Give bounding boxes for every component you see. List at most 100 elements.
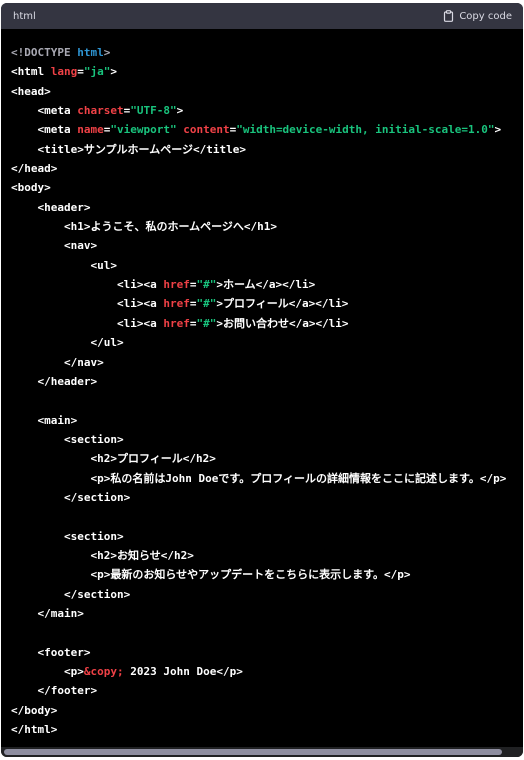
code-line: <head>	[11, 82, 523, 101]
code-line: <h2>お知らせ</h2>	[11, 546, 523, 565]
code-token: "#"	[196, 297, 217, 311]
code-token: "width=device-width, initial-scale=1.0"	[236, 123, 495, 137]
code-token: </header>	[11, 374, 98, 388]
code-line: <title>サンプルホームページ</title>	[11, 140, 523, 159]
code-token: "ja"	[83, 65, 111, 79]
code-line: </footer>	[11, 681, 523, 700]
code-token: content	[183, 123, 230, 137]
code-token: <section>	[11, 529, 124, 543]
code-line: <p>最新のお知らせやアップデートをこちらに表示します。</p>	[11, 565, 523, 584]
copy-code-label: Copy code	[459, 10, 512, 22]
code-token: =	[77, 65, 84, 79]
code-token: charset	[77, 104, 124, 118]
scrollbar-thumb[interactable]	[4, 749, 502, 755]
code-token: <footer>	[11, 645, 91, 659]
code-token: >	[176, 104, 184, 118]
code-line: <meta charset="UTF-8">	[11, 101, 523, 120]
code-line: </head>	[11, 159, 523, 178]
code-line: <main>	[11, 411, 523, 430]
code-token: <meta	[11, 123, 78, 137]
code-line: <h1>ようこそ、私のホームページへ</h1>	[11, 217, 523, 236]
code-token: >	[103, 46, 111, 59]
code-token: >ホーム</a></li>	[216, 278, 316, 292]
code-token: <li><a	[11, 278, 164, 292]
code-line: <section>	[11, 527, 523, 546]
code-token: </nav>	[11, 355, 104, 369]
code-content[interactable]: <!DOCTYPE html> <html lang="ja"> <head> <m…	[1, 29, 523, 737]
code-token: lang	[50, 65, 78, 79]
code-token: &copy;	[83, 665, 124, 678]
code-token: <!DOCTYPE	[11, 46, 78, 59]
code-line: </body>	[11, 701, 523, 720]
code-token: <section>	[11, 432, 124, 446]
code-token: <li><a	[11, 297, 164, 311]
code-text: <!DOCTYPE html> <html lang="ja"> <head> <m…	[11, 43, 523, 737]
code-token: >	[494, 123, 502, 137]
code-token: >	[110, 65, 117, 79]
code-token: <header>	[11, 200, 91, 214]
code-token: </main>	[11, 606, 84, 620]
code-token: >プロフィール</a></li>	[216, 297, 349, 311]
code-line: </ul>	[11, 333, 523, 352]
code-token: "viewport"	[110, 123, 177, 137]
code-line: <p>&copy; 2023 John Doe</p>	[11, 662, 523, 681]
code-line: <header>	[11, 198, 523, 217]
code-line: </html>	[11, 720, 523, 737]
clipboard-icon	[443, 10, 454, 22]
code-token: "UTF-8"	[130, 104, 177, 118]
code-token: </section>	[11, 490, 131, 504]
code-token: name	[77, 123, 104, 137]
code-token: </section>	[11, 587, 131, 601]
code-token: <nav>	[11, 239, 98, 253]
code-line: <ul>	[11, 256, 523, 275]
code-line: </section>	[11, 488, 523, 507]
code-line: <meta name="viewport" content="width=dev…	[11, 120, 523, 139]
code-token: href	[163, 316, 190, 330]
code-line: </section>	[11, 585, 523, 604]
code-line: </nav>	[11, 353, 523, 372]
code-token: html	[77, 46, 104, 59]
code-line: <li><a href="#">ホーム</a></li>	[11, 275, 523, 294]
code-line: <p>私の名前はJohn Doeです。プロフィールの詳細情報をここに記述します。…	[11, 469, 523, 488]
code-token: 2023 John Doe</p>	[123, 665, 243, 678]
code-token: </footer>	[11, 684, 98, 698]
code-token: <p>私の名前はJohn Doeです。プロフィールの詳細情報をここに記述します。…	[11, 471, 507, 485]
code-line: <li><a href="#">プロフィール</a></li>	[11, 294, 523, 313]
code-token: href	[163, 278, 190, 292]
code-line: <!DOCTYPE html>	[11, 43, 523, 62]
code-token: <ul>	[11, 258, 117, 272]
code-line: <footer>	[11, 643, 523, 662]
code-line: <body>	[11, 178, 523, 197]
code-token: <main>	[11, 413, 78, 427]
code-line: <html lang="ja">	[11, 62, 523, 81]
code-line: <h2>プロフィール</h2>	[11, 449, 523, 468]
language-label: html	[13, 10, 36, 22]
code-token: <h1>ようこそ、私のホームページへ</h1>	[11, 220, 278, 234]
code-token: <html	[11, 65, 51, 79]
code-token: >お問い合わせ</a></li>	[216, 316, 349, 330]
code-token: </html>	[11, 723, 58, 737]
code-line: </main>	[11, 604, 523, 623]
copy-code-button[interactable]: Copy code	[443, 10, 512, 22]
horizontal-scrollbar[interactable]	[1, 747, 523, 757]
code-token: <p>最新のお知らせやアップデートをこちらに表示します。</p>	[11, 568, 411, 582]
code-token: <body>	[11, 181, 51, 195]
code-line: </header>	[11, 372, 523, 391]
code-token: <title>サンプルホームページ</title>	[11, 142, 246, 156]
code-line: <section>	[11, 430, 523, 449]
code-token: <h2>お知らせ</h2>	[11, 548, 194, 562]
code-token: <head>	[11, 84, 51, 98]
code-token: "#"	[196, 316, 217, 330]
code-line: <nav>	[11, 236, 523, 255]
code-token: </body>	[11, 703, 58, 717]
code-token: href	[163, 297, 190, 311]
code-token: <p>	[11, 665, 84, 678]
code-token: <meta	[11, 104, 78, 118]
code-token: "#"	[196, 278, 217, 292]
code-line: <li><a href="#">お問い合わせ</a></li>	[11, 314, 523, 333]
code-block-header: html Copy code	[1, 3, 523, 29]
code-token: <li><a	[11, 316, 164, 330]
